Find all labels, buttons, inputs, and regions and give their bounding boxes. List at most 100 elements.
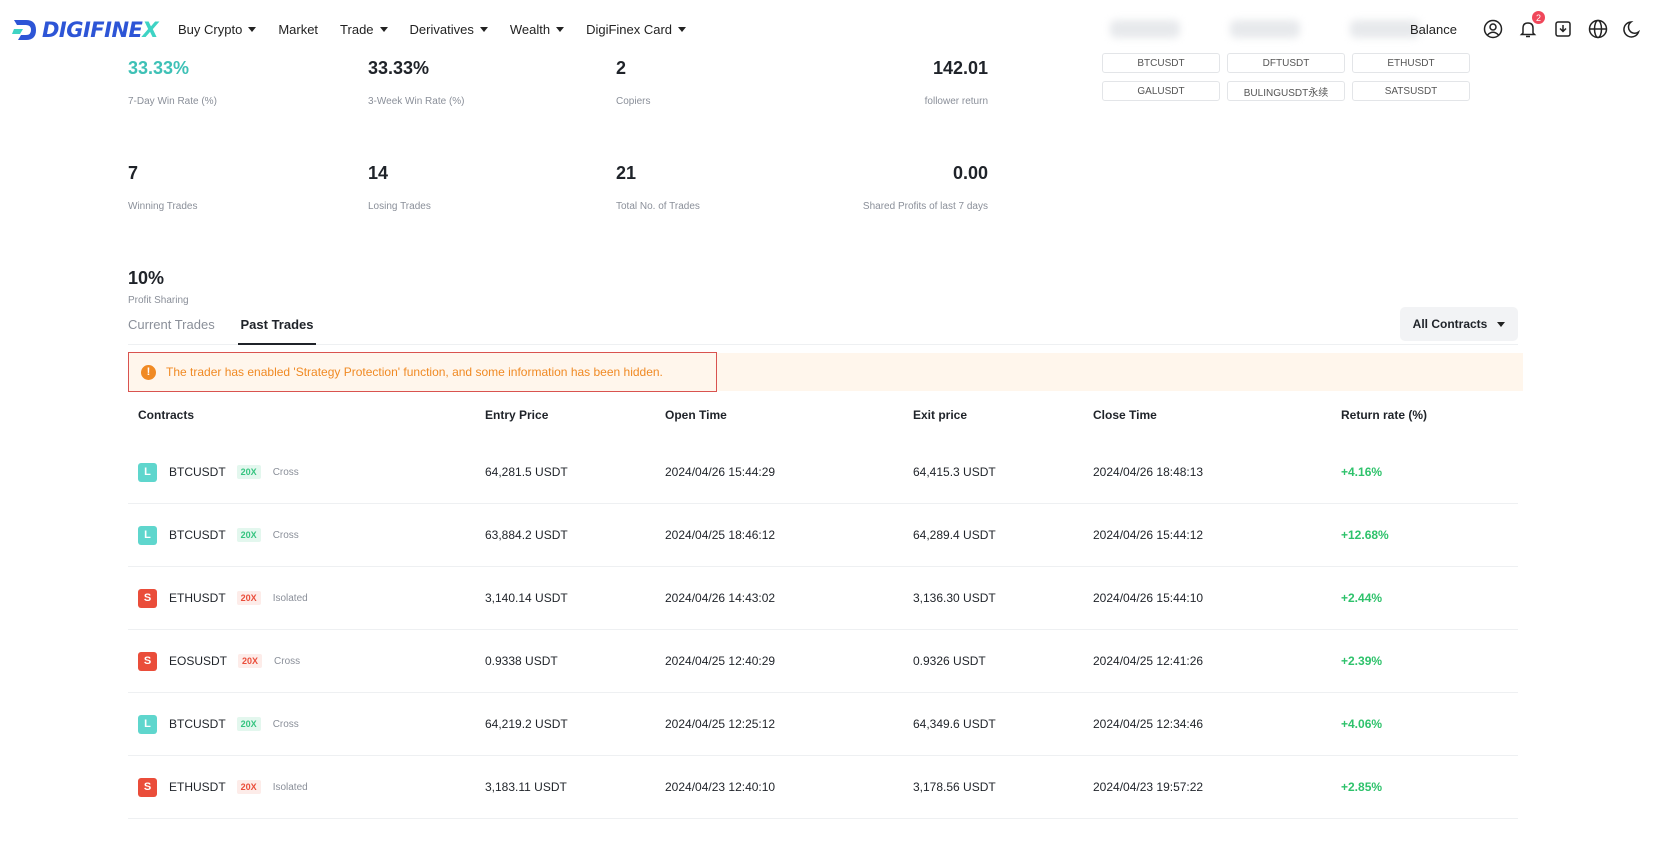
nav-wealth[interactable]: Wealth (509, 22, 565, 37)
exit-price: 3,136.30 USDT (913, 591, 996, 605)
notice-highlight: ! The trader has enabled 'Strategy Prote… (128, 352, 717, 392)
nav-digifinex-card[interactable]: DigiFinex Card (586, 22, 687, 37)
chevron-down-icon (379, 27, 388, 32)
col-contracts: Contracts (138, 408, 195, 422)
stat-value: 142.01 (932, 58, 988, 78)
exit-price: 64,415.3 USDT (913, 465, 996, 479)
nav-label: Market (278, 22, 319, 37)
contracts-filter-dropdown[interactable]: All Contracts (1400, 307, 1518, 341)
stat-value: 33.33% (128, 58, 190, 78)
contract-cell: S EOSUSDT 20X Cross (128, 630, 300, 692)
stat-label: 7-Day Win Rate (%) (128, 96, 217, 107)
return-rate: +2.44% (1341, 591, 1383, 605)
open-time: 2024/04/26 15:44:29 (665, 465, 776, 479)
stat-7day-win-rate: 33.33% 7-Day Win Rate (%) (128, 58, 217, 107)
warning-icon: ! (141, 364, 156, 380)
nav-label: Trade (340, 22, 374, 37)
nav-market[interactable]: Market (278, 22, 318, 37)
table-row[interactable]: L BTCUSDT 20X Cross 63,884.2 USDT 2024/0… (128, 504, 1518, 567)
active-tab-indicator (238, 343, 316, 345)
side-badge: S (138, 777, 157, 797)
contract-chip[interactable]: DFTUSDT (1227, 53, 1345, 73)
tab-past-trades[interactable]: Past Trades (238, 317, 316, 345)
chevron-down-icon (678, 27, 687, 32)
stat-value: 14 (368, 163, 389, 183)
nav-trade[interactable]: Trade (340, 22, 388, 37)
blurred-ticker (1110, 20, 1450, 42)
table-row[interactable]: L BTCUSDT 20X Cross 64,219.2 USDT 2024/0… (128, 693, 1518, 756)
nav-derivatives[interactable]: Derivatives (410, 22, 488, 37)
stat-label: Winning Trades (128, 201, 198, 212)
contract-chip[interactable]: BTCUSDT (1102, 53, 1220, 73)
stat-value: 0.00 (952, 163, 988, 183)
stat-label: Total No. of Trades (616, 201, 700, 212)
symbol: ETHUSDT (169, 780, 226, 794)
symbol: EOSUSDT (169, 654, 228, 668)
chevron-down-icon (1497, 321, 1506, 327)
nav-buy-crypto[interactable]: Buy Crypto (178, 22, 257, 37)
user-icon[interactable] (1482, 18, 1504, 40)
globe-icon[interactable] (1587, 18, 1609, 40)
contract-cell: L BTCUSDT 20X Cross (128, 441, 299, 503)
entry-price: 64,281.5 USDT (485, 465, 568, 479)
open-time: 2024/04/25 12:40:29 (665, 654, 776, 668)
logo-mark-icon (12, 20, 36, 40)
contract-chip[interactable]: BULINGUSDT永续 (1227, 81, 1345, 101)
leverage-badge: 20X (236, 465, 261, 479)
stat-value: 21 (616, 163, 637, 183)
symbol: BTCUSDT (169, 465, 226, 479)
close-time: 2024/04/26 18:48:13 (1093, 465, 1204, 479)
header-actions: Balance 2 (1410, 11, 1644, 40)
bell-icon[interactable]: 2 (1517, 11, 1545, 40)
open-time: 2024/04/25 12:25:12 (665, 717, 776, 731)
close-time: 2024/04/26 15:44:12 (1093, 528, 1204, 542)
stat-losing-trades: 14 Losing Trades (368, 163, 431, 212)
nav-label: Wealth (509, 22, 551, 37)
margin-mode: Isolated (272, 592, 308, 604)
stat-shared-profits: 0.00 Shared Profits of last 7 days (800, 163, 988, 212)
stat-label: Copiers (616, 96, 651, 107)
logo-text: DIGIFINEX (42, 18, 159, 42)
contract-chip[interactable]: GALUSDT (1102, 81, 1220, 101)
tab-current-trades[interactable]: Current Trades (128, 317, 215, 345)
entry-price: 64,219.2 USDT (485, 717, 568, 731)
leverage-badge: 20X (236, 780, 261, 794)
close-time: 2024/04/25 12:41:26 (1093, 654, 1204, 668)
contract-chips: BTCUSDT DFTUSDT ETHUSDT GALUSDT BULINGUS… (1102, 53, 1470, 101)
contract-chip[interactable]: ETHUSDT (1352, 53, 1470, 73)
entry-price: 3,140.14 USDT (485, 591, 568, 605)
stat-label: 3-Week Win Rate (%) (368, 96, 465, 107)
moon-icon[interactable] (1622, 18, 1644, 40)
entry-price: 3,183.11 USDT (485, 780, 567, 794)
table-row[interactable]: S EOSUSDT 20X Cross 0.9338 USDT 2024/04/… (128, 630, 1518, 693)
table-row[interactable]: S ETHUSDT 20X Isolated 3,140.14 USDT 202… (128, 567, 1518, 630)
logo[interactable]: DIGIFINEX (12, 16, 159, 44)
symbol: BTCUSDT (169, 717, 226, 731)
stat-follower-return: 142.01 follower return (840, 58, 988, 107)
open-time: 2024/04/26 14:43:02 (665, 591, 776, 605)
leverage-badge: 20X (236, 528, 261, 542)
table-row[interactable]: S ETHUSDT 20X Isolated 3,183.11 USDT 202… (128, 756, 1518, 819)
side-badge: L (138, 525, 157, 545)
chevron-down-icon (479, 27, 488, 32)
symbol: ETHUSDT (169, 591, 226, 605)
return-rate: +2.85% (1341, 780, 1383, 794)
margin-mode: Cross (272, 718, 299, 730)
margin-mode: Cross (274, 655, 301, 667)
trades-tabs: Current Trades Past Trades (128, 315, 1518, 345)
stat-3week-win-rate: 33.33% 3-Week Win Rate (%) (368, 58, 465, 107)
entry-price: 0.9338 USDT (485, 654, 558, 668)
side-badge: L (138, 714, 157, 734)
contract-chip[interactable]: SATSUSDT (1352, 81, 1470, 101)
side-badge: S (138, 588, 157, 608)
logo-text-main: DIGIFINE (42, 18, 143, 42)
chevron-down-icon (248, 27, 257, 32)
table-row[interactable]: L BTCUSDT 20X Cross 64,281.5 USDT 2024/0… (128, 441, 1518, 504)
symbol: BTCUSDT (169, 528, 226, 542)
balance-link[interactable]: Balance (1410, 22, 1457, 37)
nav-label: Derivatives (409, 22, 474, 37)
stat-label: Losing Trades (368, 201, 431, 212)
download-icon[interactable] (1552, 18, 1574, 40)
return-rate: +12.68% (1341, 528, 1389, 542)
contract-cell: L BTCUSDT 20X Cross (128, 504, 299, 566)
